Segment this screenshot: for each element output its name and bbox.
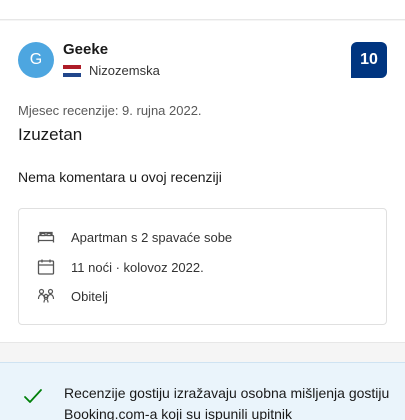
review-date: Mjesec recenzije: 9. rujna 2022.: [18, 103, 202, 118]
stay-nights-label: 11 noći · kolovoz 2022.: [71, 259, 204, 275]
guest-reviews-notice: Recenzije gostiju izražavaju osobna mišl…: [0, 362, 405, 420]
bed-icon: [37, 231, 55, 243]
stay-room-label: Apartman s 2 spavaće sobe: [71, 229, 233, 245]
calendar-icon: [37, 259, 55, 275]
stay-traveler-row: Obitelj: [37, 286, 108, 306]
reviewer-country-label: Nizozemska: [89, 63, 160, 78]
reviewer-name: Geeke: [63, 41, 109, 58]
reviewer-avatar: G: [18, 42, 54, 78]
stay-nights-row: 11 noći · kolovoz 2022.: [37, 257, 204, 277]
review-score-badge: 10: [351, 42, 387, 78]
review-title: Izuzetan: [18, 125, 83, 144]
stay-details-box: Apartman s 2 spavaće sobe 11 noći · kolo…: [18, 208, 387, 325]
netherlands-flag-icon: [63, 64, 81, 77]
reviewer-country: Nizozemska: [63, 63, 160, 78]
review-comment: Nema komentara u ovoj recenziji: [18, 169, 222, 185]
family-icon: [37, 288, 55, 303]
stay-room-row: Apartman s 2 spavaće sobe: [37, 227, 232, 247]
review-card: G Geeke Nizozemska 10 Mjesec recenzije: …: [0, 21, 405, 343]
previous-section-strip: [0, 0, 405, 20]
notice-text: Recenzije gostiju izražavaju osobna mišl…: [64, 385, 390, 420]
checkmark-icon: [24, 389, 42, 403]
stay-traveler-label: Obitelj: [71, 288, 108, 304]
